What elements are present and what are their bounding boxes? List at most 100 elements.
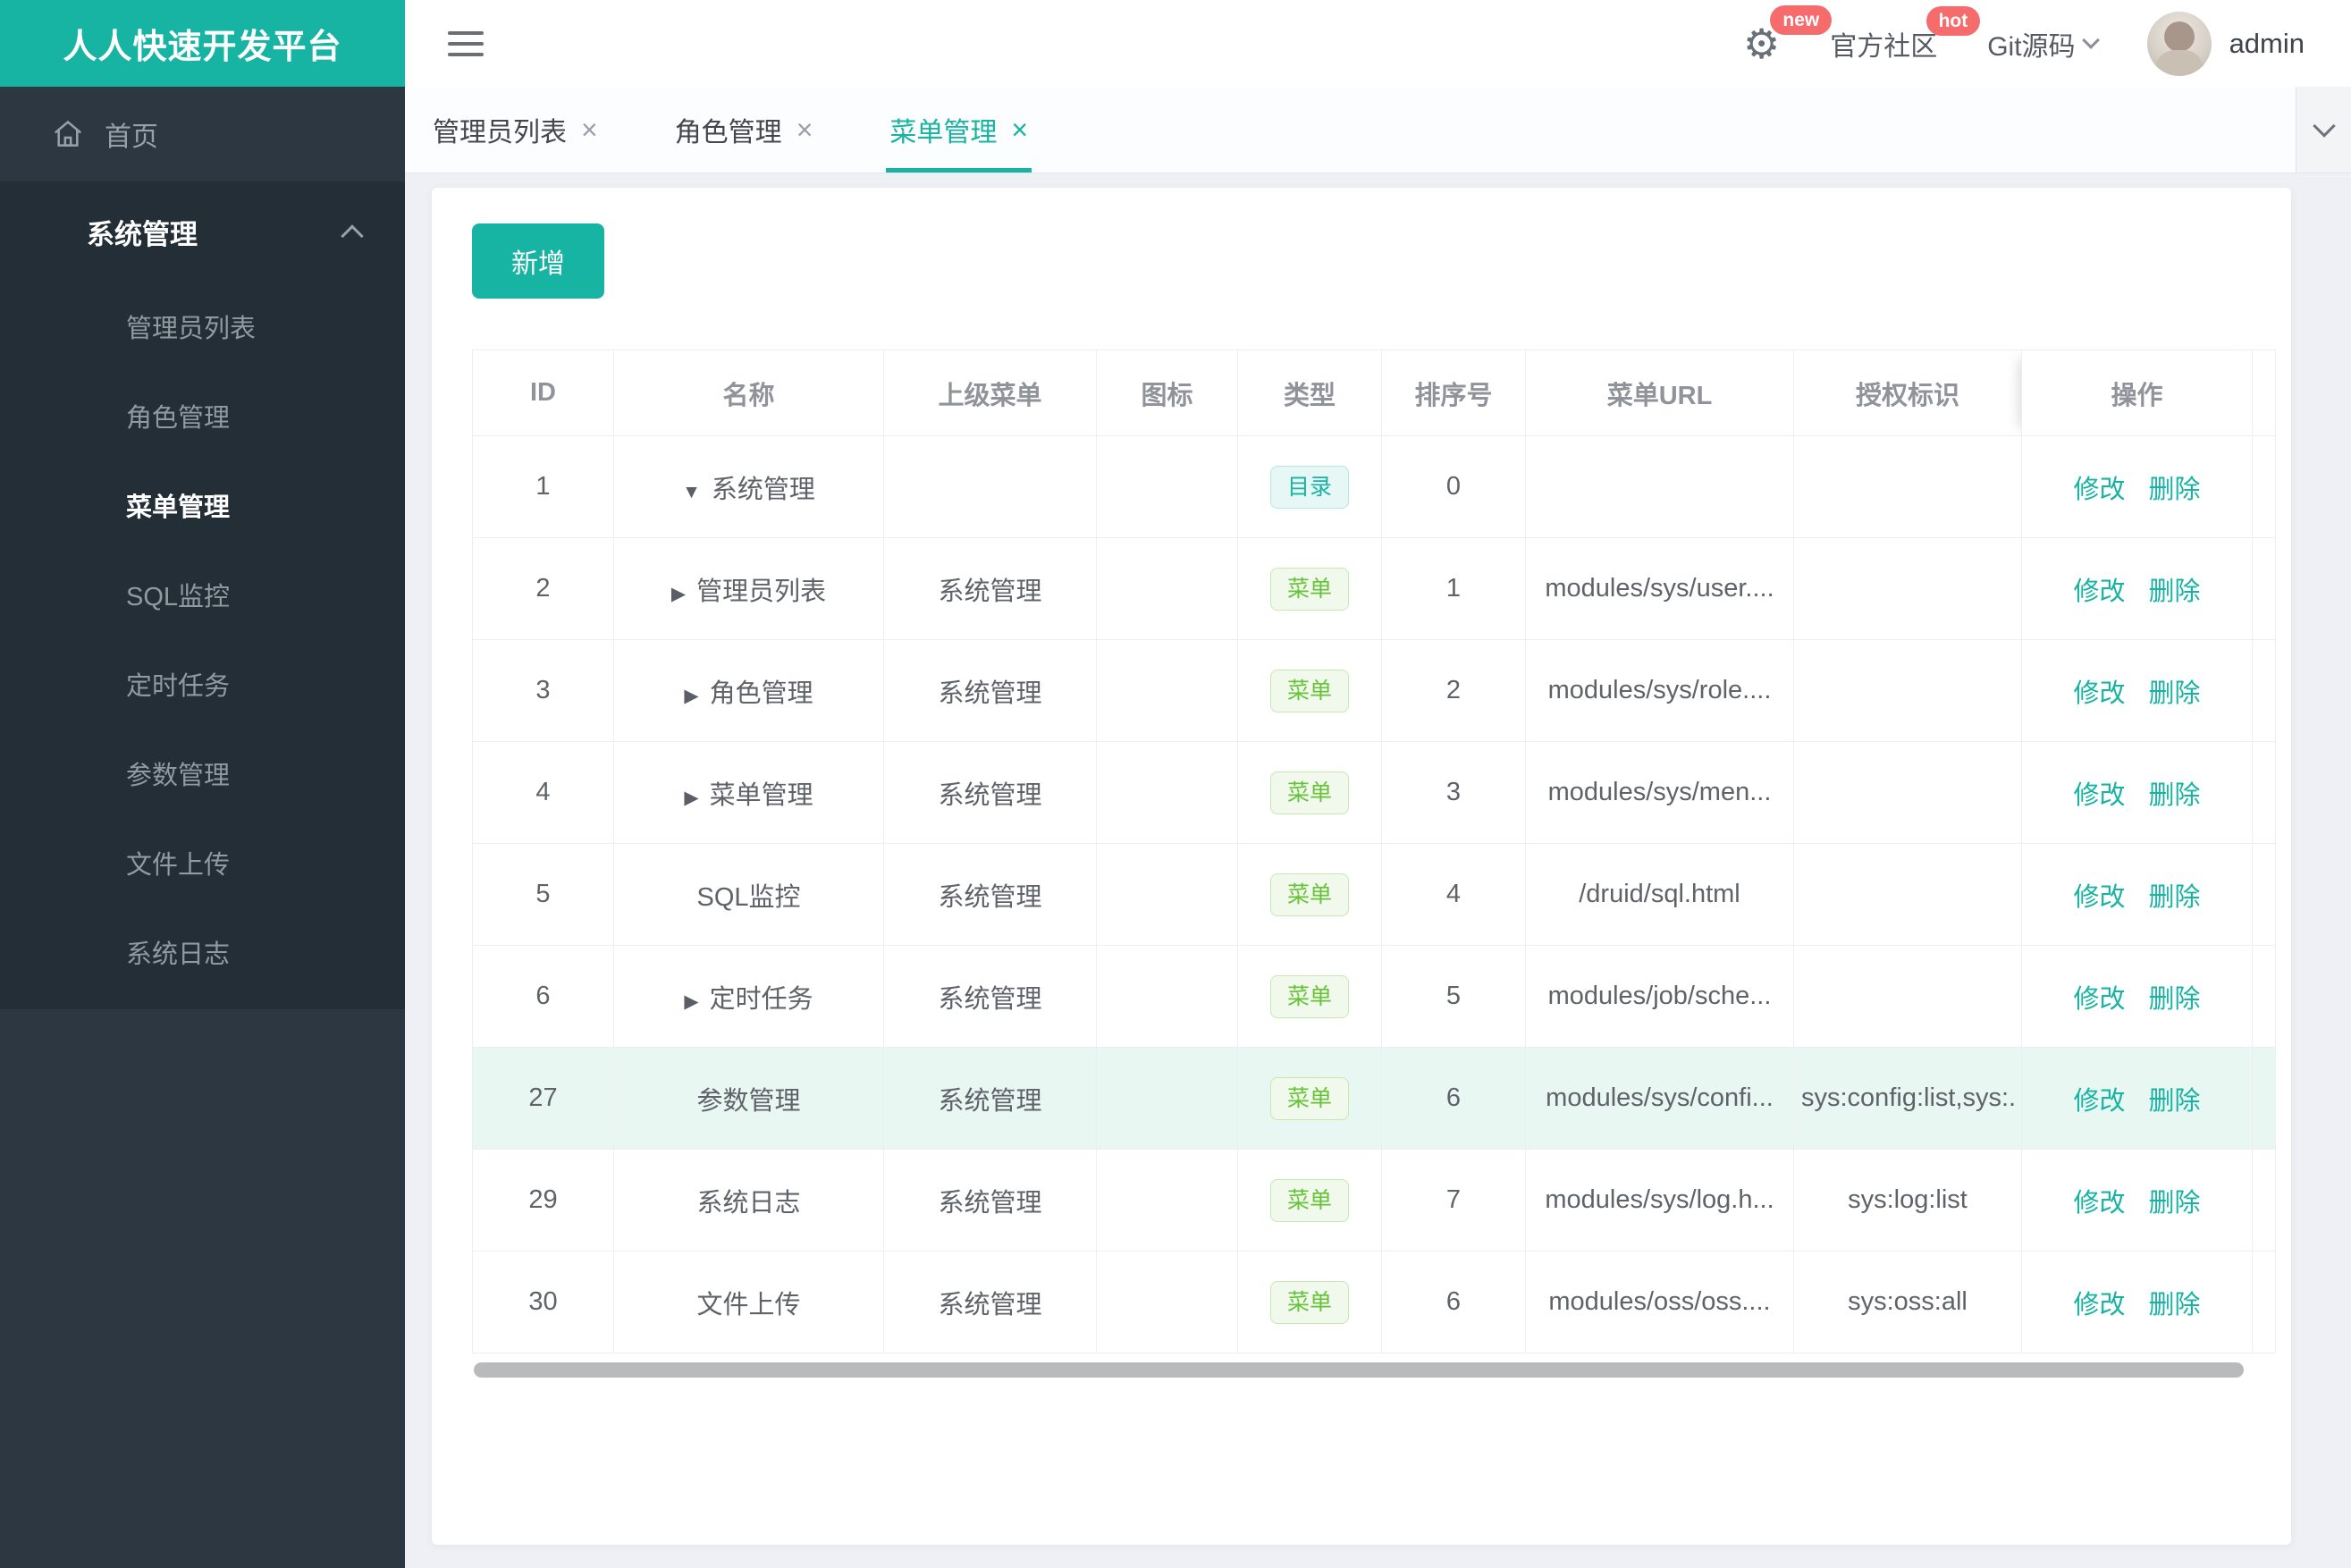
cell-id: 27: [472, 1047, 614, 1150]
sidebar-item[interactable]: 参数管理: [0, 729, 405, 818]
expand-caret-icon[interactable]: ▶: [684, 991, 698, 1012]
cell-url: [1525, 435, 1794, 538]
git-source-menu[interactable]: Git源码: [1987, 24, 2100, 63]
sidebar-item[interactable]: 系统日志: [0, 907, 405, 997]
user-menu[interactable]: admin: [2146, 11, 2305, 76]
sidebar-item[interactable]: SQL监控: [0, 550, 405, 639]
delete-link[interactable]: 删除: [2149, 1189, 2201, 1218]
tab-dropdown-button[interactable]: [2296, 87, 2351, 173]
tab-管理员列表[interactable]: 管理员列表 ×: [429, 87, 602, 173]
cell-name: 参数管理: [613, 1047, 884, 1150]
chevron-down-icon: [2312, 114, 2336, 138]
table-row: 3 ▶ 角色管理 系统管理 菜单 2 modules/sys/role.... 修改 删除: [472, 639, 2276, 742]
cell-order: 6: [1381, 1047, 1526, 1150]
delete-link[interactable]: 删除: [2149, 1291, 2201, 1319]
delete-link[interactable]: 删除: [2149, 1087, 2201, 1116]
community-link[interactable]: 官方社区 hot: [1830, 5, 1981, 63]
cell-auth: [1793, 435, 2022, 538]
edit-link[interactable]: 修改: [2073, 1291, 2125, 1319]
sidebar-item-home[interactable]: 首页: [0, 87, 405, 181]
table-gutter: [2252, 1149, 2276, 1252]
cell-icon: [1096, 945, 1238, 1048]
column-header: 类型: [1237, 350, 1382, 436]
delete-link[interactable]: 删除: [2149, 883, 2201, 912]
close-icon[interactable]: ×: [1011, 115, 1028, 144]
column-header: 名称: [613, 350, 884, 436]
cell-id: 29: [472, 1149, 614, 1252]
cell-type: 菜单: [1237, 537, 1382, 640]
edit-link[interactable]: 修改: [2073, 679, 2125, 708]
cell-parent: 系统管理: [883, 639, 1097, 742]
cell-order: 4: [1381, 843, 1526, 946]
delete-link[interactable]: 删除: [2149, 985, 2201, 1014]
delete-link[interactable]: 删除: [2149, 577, 2201, 606]
cell-auth: [1793, 741, 2022, 844]
cell-type: 菜单: [1237, 945, 1382, 1048]
scrollbar-thumb[interactable]: [474, 1362, 2244, 1378]
cell-url: modules/sys/confi...: [1525, 1047, 1794, 1150]
table-gutter: [2252, 843, 2276, 946]
expand-caret-icon[interactable]: ▶: [684, 788, 698, 808]
sidebar-item[interactable]: 角色管理: [0, 371, 405, 460]
edit-link[interactable]: 修改: [2073, 781, 2125, 810]
cell-name: SQL监控: [613, 843, 884, 946]
type-badge: 菜单: [1269, 567, 1349, 611]
cell-parent: 系统管理: [883, 1047, 1097, 1150]
delete-link[interactable]: 删除: [2149, 679, 2201, 708]
cell-type: 菜单: [1237, 1047, 1382, 1150]
cell-auth: sys:config:list,sys:.: [1793, 1047, 2022, 1150]
settings-menu[interactable]: ⚙ new: [1743, 4, 1833, 64]
table-gutter: [2252, 435, 2276, 538]
edit-link[interactable]: 修改: [2073, 1087, 2125, 1116]
brand-title: 人人快速开发平台: [0, 0, 405, 87]
table-gutter: [2252, 639, 2276, 742]
edit-link[interactable]: 修改: [2073, 883, 2125, 912]
tab-角色管理[interactable]: 角色管理 ×: [671, 87, 817, 173]
sidebar: 首页 系统管理 管理员列表 角色管理 菜单管理 SQL监控 定时任务 参数管理 文件上传 系统…: [0, 87, 405, 1568]
sidebar-home-label: 首页: [105, 122, 158, 152]
cell-url: modules/sys/user....: [1525, 537, 1794, 640]
cell-name: ▶ 菜单管理: [613, 741, 884, 844]
type-badge: 菜单: [1269, 873, 1349, 916]
sidebar-submenu: 管理员列表 角色管理 菜单管理 SQL监控 定时任务 参数管理 文件上传 系统日志: [0, 282, 405, 997]
hot-badge: hot: [1925, 5, 1981, 36]
table-body: 1 ▼ 系统管理 目录 0 修改 删除 2 ▶ 管理员列表 系统管理 菜单 1 modules/sys/u…: [472, 435, 2276, 1353]
expand-caret-icon[interactable]: ▶: [684, 686, 698, 706]
cell-order: 6: [1381, 1251, 1526, 1353]
cell-name: 文件上传: [613, 1251, 884, 1353]
cell-id: 6: [472, 945, 614, 1048]
sidebar-item[interactable]: 定时任务: [0, 639, 405, 729]
menu-name: 管理员列表: [696, 577, 827, 606]
table-gutter: [2252, 537, 2276, 640]
table-gutter: [2252, 350, 2276, 436]
close-icon[interactable]: ×: [796, 115, 813, 144]
cell-actions: 修改 删除: [2021, 1251, 2253, 1353]
edit-link[interactable]: 修改: [2073, 577, 2125, 606]
username: admin: [2229, 27, 2305, 59]
sidebar-item[interactable]: 菜单管理: [0, 460, 405, 550]
edit-link[interactable]: 修改: [2073, 985, 2125, 1014]
sidebar-toggle-icon[interactable]: [448, 24, 484, 63]
column-header: 菜单URL: [1525, 350, 1794, 436]
type-badge: 菜单: [1269, 974, 1349, 1018]
column-header: 授权标识: [1793, 350, 2022, 436]
sidebar-item[interactable]: 管理员列表: [0, 282, 405, 371]
expand-caret-icon[interactable]: ▶: [671, 584, 686, 604]
collapse-caret-icon[interactable]: ▼: [682, 482, 701, 502]
add-button[interactable]: 新增: [472, 223, 604, 299]
delete-link[interactable]: 删除: [2149, 781, 2201, 810]
table-gutter: [2252, 945, 2276, 1048]
edit-link[interactable]: 修改: [2073, 476, 2125, 504]
close-icon[interactable]: ×: [581, 115, 598, 144]
delete-link[interactable]: 删除: [2149, 476, 2201, 504]
tab-菜单管理[interactable]: 菜单管理 ×: [886, 87, 1032, 173]
avatar[interactable]: [2146, 11, 2212, 76]
sidebar-group-label: 系统管理: [87, 218, 198, 250]
table-row: 5 SQL监控 系统管理 菜单 4/druid/sql.html 修改 删除: [472, 843, 2276, 946]
cell-actions: 修改 删除: [2021, 741, 2253, 844]
sidebar-item[interactable]: 文件上传: [0, 818, 405, 907]
topbar: 人人快速开发平台 ⚙ new 官方社区 hot Git源码 admin: [0, 0, 2351, 87]
sidebar-group-toggle[interactable]: 系统管理: [0, 181, 405, 282]
cell-auth: sys:oss:all: [1793, 1251, 2022, 1353]
edit-link[interactable]: 修改: [2073, 1189, 2125, 1218]
